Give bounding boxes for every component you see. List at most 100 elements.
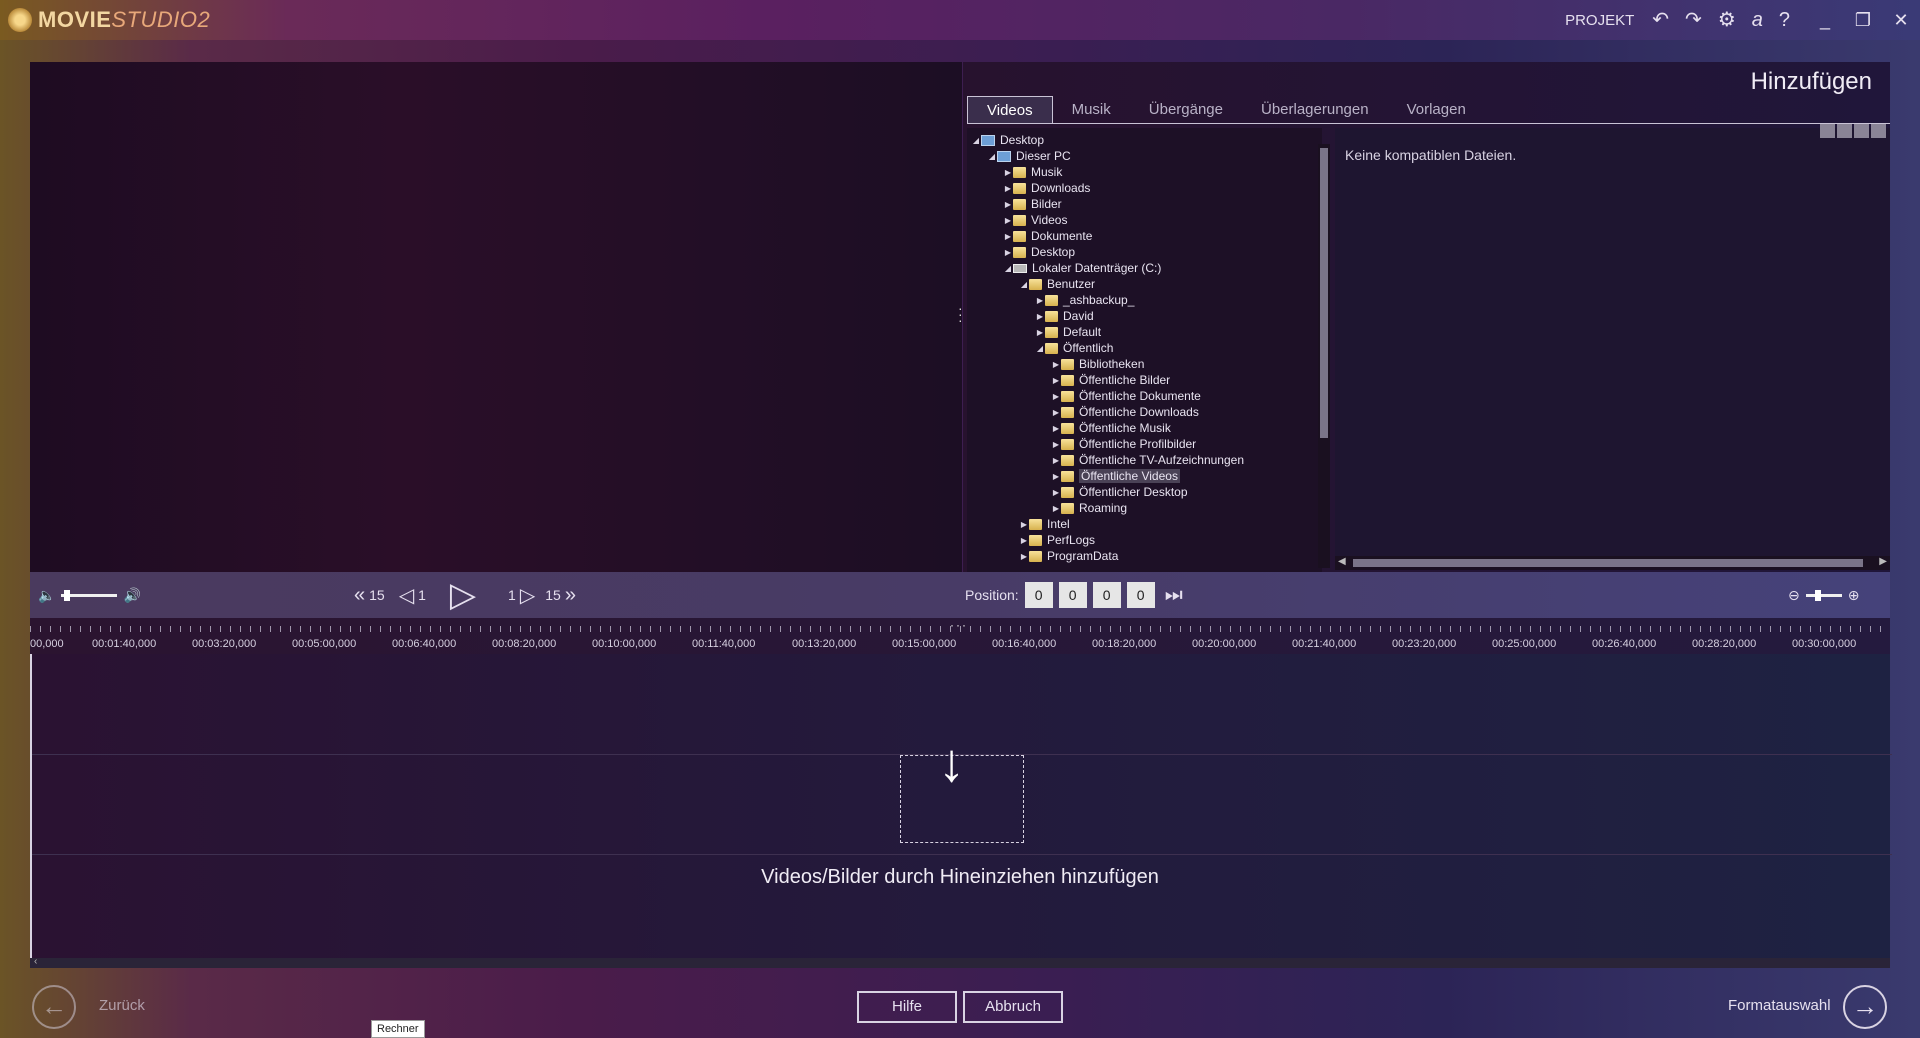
tree-item[interactable]: ◢ Öffentlich — [1035, 340, 1114, 356]
tree-item[interactable]: ▶ Öffentliche Downloads — [1051, 404, 1199, 420]
undo-icon[interactable]: ↶ — [1652, 10, 1669, 30]
arrow-right-icon: → — [1852, 991, 1878, 1021]
rewind-icon[interactable]: « — [354, 584, 365, 607]
file-list-scrollbar[interactable]: ◀ ▶ — [1335, 556, 1890, 570]
tree-item-label: Öffentliche Profilbilder — [1079, 437, 1197, 451]
tree-item[interactable]: ▶ Öffentlicher Desktop — [1051, 484, 1188, 500]
project-menu[interactable]: PROJEKT — [1565, 12, 1634, 29]
volume-high-icon[interactable]: 🔊 — [123, 587, 140, 604]
volume-low-icon[interactable]: 🔈 — [38, 587, 55, 604]
volume-slider-knob[interactable] — [63, 589, 70, 601]
tree-item[interactable]: ▶ Öffentliche TV-Aufzeichnungen — [1051, 452, 1244, 468]
tab-uebergaenge[interactable]: Übergänge — [1130, 96, 1242, 124]
ruler-label: 00:13:20,000 — [792, 638, 857, 650]
view-small-icon[interactable] — [1820, 124, 1835, 138]
tree-item-label: ProgramData — [1047, 549, 1119, 563]
scrollbar-thumb[interactable] — [1353, 559, 1863, 567]
timeline[interactable] — [30, 654, 1892, 960]
help-icon[interactable]: ? — [1779, 10, 1790, 30]
tree-item-label: Bilder — [1031, 197, 1062, 211]
help-button[interactable]: Hilfe — [857, 991, 957, 1023]
tree-item[interactable]: ◢ Dieser PC — [987, 148, 1071, 164]
back-button[interactable]: ← — [32, 985, 76, 1029]
tab-vorlagen[interactable]: Vorlagen — [1388, 96, 1485, 124]
tree-item-label: _ashbackup_ — [1063, 293, 1135, 307]
tree-item[interactable]: ▶ Musik — [1003, 164, 1062, 180]
timeline-scrollbar[interactable]: ‹ — [30, 956, 1890, 968]
fast-forward-icon[interactable]: » — [565, 584, 576, 607]
ruler-label: 00:01:40,000 — [92, 638, 157, 650]
back-label[interactable]: Zurück — [99, 997, 145, 1014]
tree-item[interactable]: ▶ _ashbackup_ — [1035, 292, 1134, 308]
folder-tree[interactable]: ◢ Desktop ◢ Dieser PC ▶ Musik ▶ Downloads ▶ B… — [967, 128, 1322, 572]
view-mode-switcher[interactable] — [1820, 124, 1888, 138]
view-list-icon[interactable] — [1871, 124, 1886, 138]
tree-item[interactable]: ▶ Desktop — [1003, 244, 1075, 260]
tree-item[interactable]: ▶ Öffentliche Profilbilder — [1051, 436, 1196, 452]
tree-item-selected[interactable]: ▶ Öffentliche Videos — [1051, 468, 1180, 484]
frame-back-icon[interactable]: ◁ — [399, 583, 414, 608]
app-logo: MOVIE STUDIO 2 — [8, 7, 210, 33]
view-medium-icon[interactable] — [1837, 124, 1852, 138]
play-button[interactable]: ▷ — [450, 575, 476, 615]
tree-item[interactable]: ▶ Öffentliche Bilder — [1051, 372, 1170, 388]
tree-item[interactable]: ◢ Desktop — [971, 132, 1044, 148]
view-large-icon[interactable] — [1854, 124, 1869, 138]
redo-icon[interactable]: ↷ — [1685, 10, 1702, 30]
file-list[interactable]: Keine kompatiblen Dateien. — [1335, 128, 1890, 566]
tree-item[interactable]: ▶ ProgramData — [1019, 548, 1118, 564]
zoom-control[interactable]: ⊖ ⊕ — [1788, 572, 1859, 618]
zoom-slider[interactable] — [1805, 589, 1842, 601]
tree-item[interactable]: ▶ Intel — [1019, 516, 1070, 532]
cancel-button[interactable]: Abbruch — [963, 991, 1063, 1023]
timeline-splitter-handle[interactable]: ··· — [950, 618, 968, 632]
tree-item-label: Lokaler Datenträger (C:) — [1032, 261, 1162, 275]
rewind-step: 15 — [369, 587, 385, 603]
tree-item[interactable]: ▶ Downloads — [1003, 180, 1090, 196]
position-seconds[interactable]: 0 — [1092, 582, 1121, 608]
next-button[interactable]: → — [1843, 985, 1887, 1029]
tree-item[interactable]: ◢ Benutzer — [1019, 276, 1095, 292]
position-hours[interactable]: 0 — [1024, 582, 1053, 608]
tree-item-label: Öffentliche Videos — [1079, 469, 1180, 483]
tree-item[interactable]: ▶ Bibliotheken — [1051, 356, 1144, 372]
tree-item[interactable]: ▶ Öffentliche Musik — [1051, 420, 1171, 436]
scrollbar-thumb[interactable] — [1320, 148, 1328, 438]
zoom-in-icon[interactable]: ⊕ — [1848, 587, 1860, 604]
tree-item[interactable]: ▶ Dokumente — [1003, 228, 1092, 244]
gear-icon[interactable]: ⚙ — [1718, 10, 1736, 30]
tab-musik[interactable]: Musik — [1053, 96, 1130, 124]
tree-item[interactable]: ▶ David — [1035, 308, 1094, 324]
ruler-label: 00:30:00,000 — [1792, 638, 1857, 650]
tree-scrollbar[interactable] — [1318, 144, 1330, 568]
tab-ueberlagerungen[interactable]: Überlagerungen — [1242, 96, 1388, 124]
restore-icon[interactable]: ❐ — [1844, 10, 1882, 31]
volume-slider[interactable] — [61, 589, 118, 601]
position-minutes[interactable]: 0 — [1058, 582, 1087, 608]
tree-item[interactable]: ▶ Bilder — [1003, 196, 1062, 212]
next-label[interactable]: Formatauswahl — [1728, 997, 1831, 1014]
panel-splitter-handle[interactable]: · · · — [958, 301, 963, 327]
tree-item[interactable]: ▶ PerfLogs — [1019, 532, 1095, 548]
position-frames[interactable]: 0 — [1126, 582, 1155, 608]
tree-item[interactable]: ▶ Videos — [1003, 212, 1068, 228]
close-icon[interactable]: ✕ — [1882, 10, 1920, 31]
zoom-slider-knob[interactable] — [1814, 589, 1821, 601]
tree-item-label: Roaming — [1079, 501, 1128, 515]
tree-item[interactable]: ▶ Default — [1035, 324, 1101, 340]
tree-item[interactable]: ▶ Öffentliche Dokumente — [1051, 388, 1201, 404]
minimize-icon[interactable]: _ — [1806, 10, 1844, 31]
zoom-out-icon[interactable]: ⊖ — [1788, 587, 1800, 604]
scroll-left-icon[interactable]: ‹ — [34, 956, 37, 967]
frame-forward-icon[interactable]: ▷ — [520, 583, 535, 608]
tree-item[interactable]: ▶ Roaming — [1051, 500, 1127, 516]
video-preview — [30, 62, 962, 572]
volume-control[interactable]: 🔈 🔊 — [38, 572, 141, 618]
drop-hint: Videos/Bilder durch Hineinziehen hinzufü… — [761, 866, 1159, 888]
tree-item[interactable]: ◢ Lokaler Datenträger (C:) — [1003, 260, 1161, 276]
amazon-icon[interactable]: a — [1752, 10, 1763, 30]
scroll-right-icon[interactable]: ▶ — [1879, 556, 1887, 567]
go-to-end-icon[interactable]: ⏭ — [1165, 584, 1183, 607]
tab-videos[interactable]: Videos — [967, 96, 1053, 124]
scroll-left-icon[interactable]: ◀ — [1338, 556, 1346, 567]
